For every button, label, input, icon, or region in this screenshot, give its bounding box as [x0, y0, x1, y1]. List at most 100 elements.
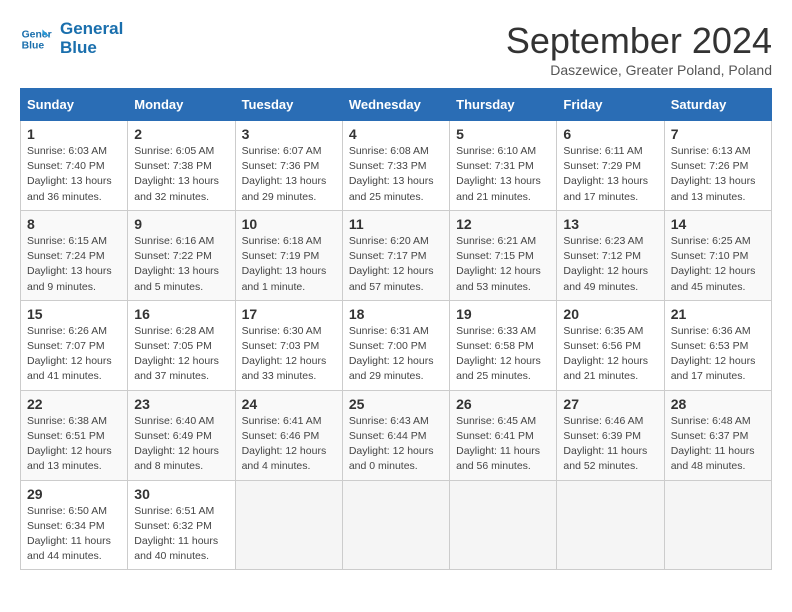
calendar-cell: 21 Sunrise: 6:36 AM Sunset: 6:53 PM Dayli…: [664, 300, 771, 390]
day-info: Sunrise: 6:38 AM Sunset: 6:51 PM Dayligh…: [27, 414, 121, 475]
title-section: September 2024 Daszewice, Greater Poland…: [506, 20, 772, 78]
calendar-header-row: SundayMondayTuesdayWednesdayThursdayFrid…: [21, 89, 772, 121]
day-number: 20: [563, 306, 657, 322]
calendar-cell: 14 Sunrise: 6:25 AM Sunset: 7:10 PM Dayli…: [664, 210, 771, 300]
calendar-cell: [342, 480, 449, 570]
day-number: 2: [134, 126, 228, 142]
calendar-cell: 1 Sunrise: 6:03 AM Sunset: 7:40 PM Daylig…: [21, 121, 128, 211]
day-info: Sunrise: 6:03 AM Sunset: 7:40 PM Dayligh…: [27, 144, 121, 205]
calendar-cell: 16Sunrise: 6:28 AM Sunset: 7:05 PM Dayli…: [128, 300, 235, 390]
day-number: 28: [671, 396, 765, 412]
day-number: 14: [671, 216, 765, 232]
logo-icon: General Blue: [20, 23, 52, 55]
day-number: 6: [563, 126, 657, 142]
calendar-cell: 26 Sunrise: 6:45 AM Sunset: 6:41 PM Dayli…: [450, 390, 557, 480]
calendar-cell: [235, 480, 342, 570]
day-info: Sunrise: 6:15 AM Sunset: 7:24 PM Dayligh…: [27, 234, 121, 295]
calendar-cell: [557, 480, 664, 570]
calendar-cell: 18Sunrise: 6:31 AM Sunset: 7:00 PM Dayli…: [342, 300, 449, 390]
calendar-cell: 15 Sunrise: 6:26 AM Sunset: 7:07 PM Dayli…: [21, 300, 128, 390]
calendar-cell: 4 Sunrise: 6:08 AM Sunset: 7:33 PM Daylig…: [342, 121, 449, 211]
day-number: 12: [456, 216, 550, 232]
day-number: 25: [349, 396, 443, 412]
day-info: Sunrise: 6:05 AM Sunset: 7:38 PM Dayligh…: [134, 144, 228, 205]
day-info: Sunrise: 6:35 AM Sunset: 6:56 PM Dayligh…: [563, 324, 657, 385]
calendar-cell: 24Sunrise: 6:41 AM Sunset: 6:46 PM Dayli…: [235, 390, 342, 480]
calendar-cell: 3Sunrise: 6:07 AM Sunset: 7:36 PM Daylig…: [235, 121, 342, 211]
day-number: 26: [456, 396, 550, 412]
calendar-week-3: 15 Sunrise: 6:26 AM Sunset: 7:07 PM Dayli…: [21, 300, 772, 390]
calendar-cell: 27 Sunrise: 6:46 AM Sunset: 6:39 PM Dayli…: [557, 390, 664, 480]
day-number: 22: [27, 396, 121, 412]
weekday-header-sunday: Sunday: [21, 89, 128, 121]
day-number: 11: [349, 216, 443, 232]
calendar-cell: 11 Sunrise: 6:20 AM Sunset: 7:17 PM Dayli…: [342, 210, 449, 300]
day-info: Sunrise: 6:41 AM Sunset: 6:46 PM Dayligh…: [242, 414, 336, 475]
day-info: Sunrise: 6:40 AM Sunset: 6:49 PM Dayligh…: [134, 414, 228, 475]
day-info: Sunrise: 6:08 AM Sunset: 7:33 PM Dayligh…: [349, 144, 443, 205]
day-info: Sunrise: 6:46 AM Sunset: 6:39 PM Dayligh…: [563, 414, 657, 475]
day-number: 21: [671, 306, 765, 322]
day-info: Sunrise: 6:13 AM Sunset: 7:26 PM Dayligh…: [671, 144, 765, 205]
day-info: Sunrise: 6:10 AM Sunset: 7:31 PM Dayligh…: [456, 144, 550, 205]
weekday-header-friday: Friday: [557, 89, 664, 121]
day-number: 7: [671, 126, 765, 142]
page-header: General Blue General Blue September 2024…: [20, 20, 772, 78]
day-info: Sunrise: 6:43 AM Sunset: 6:44 PM Dayligh…: [349, 414, 443, 475]
day-number: 9: [134, 216, 228, 232]
day-info: Sunrise: 6:26 AM Sunset: 7:07 PM Dayligh…: [27, 324, 121, 385]
weekday-header-saturday: Saturday: [664, 89, 771, 121]
calendar-cell: 19 Sunrise: 6:33 AM Sunset: 6:58 PM Dayli…: [450, 300, 557, 390]
day-info: Sunrise: 6:16 AM Sunset: 7:22 PM Dayligh…: [134, 234, 228, 295]
day-number: 23: [134, 396, 228, 412]
day-info: Sunrise: 6:11 AM Sunset: 7:29 PM Dayligh…: [563, 144, 657, 205]
calendar-body: 1 Sunrise: 6:03 AM Sunset: 7:40 PM Daylig…: [21, 121, 772, 570]
svg-text:Blue: Blue: [22, 40, 45, 51]
day-info: Sunrise: 6:33 AM Sunset: 6:58 PM Dayligh…: [456, 324, 550, 385]
day-number: 15: [27, 306, 121, 322]
calendar-cell: 20 Sunrise: 6:35 AM Sunset: 6:56 PM Dayli…: [557, 300, 664, 390]
day-number: 4: [349, 126, 443, 142]
day-number: 29: [27, 486, 121, 502]
day-info: Sunrise: 6:36 AM Sunset: 6:53 PM Dayligh…: [671, 324, 765, 385]
subtitle: Daszewice, Greater Poland, Poland: [506, 62, 772, 78]
day-info: Sunrise: 6:18 AM Sunset: 7:19 PM Dayligh…: [242, 234, 336, 295]
logo-line2: Blue: [60, 39, 123, 58]
calendar-week-5: 29Sunrise: 6:50 AM Sunset: 6:34 PM Dayli…: [21, 480, 772, 570]
day-number: 27: [563, 396, 657, 412]
day-info: Sunrise: 6:28 AM Sunset: 7:05 PM Dayligh…: [134, 324, 228, 385]
weekday-header-tuesday: Tuesday: [235, 89, 342, 121]
day-number: 30: [134, 486, 228, 502]
day-number: 18: [349, 306, 443, 322]
logo: General Blue General Blue: [20, 20, 123, 57]
calendar-cell: 12Sunrise: 6:21 AM Sunset: 7:15 PM Dayli…: [450, 210, 557, 300]
calendar-cell: 13 Sunrise: 6:23 AM Sunset: 7:12 PM Dayli…: [557, 210, 664, 300]
calendar-cell: 9 Sunrise: 6:16 AM Sunset: 7:22 PM Daylig…: [128, 210, 235, 300]
day-number: 3: [242, 126, 336, 142]
day-info: Sunrise: 6:20 AM Sunset: 7:17 PM Dayligh…: [349, 234, 443, 295]
calendar-week-2: 8 Sunrise: 6:15 AM Sunset: 7:24 PM Daylig…: [21, 210, 772, 300]
calendar-table: SundayMondayTuesdayWednesdayThursdayFrid…: [20, 88, 772, 570]
day-number: 13: [563, 216, 657, 232]
day-number: 1: [27, 126, 121, 142]
calendar-cell: 28Sunrise: 6:48 AM Sunset: 6:37 PM Dayli…: [664, 390, 771, 480]
calendar-cell: 25 Sunrise: 6:43 AM Sunset: 6:44 PM Dayli…: [342, 390, 449, 480]
day-info: Sunrise: 6:25 AM Sunset: 7:10 PM Dayligh…: [671, 234, 765, 295]
calendar-week-1: 1 Sunrise: 6:03 AM Sunset: 7:40 PM Daylig…: [21, 121, 772, 211]
calendar-cell: 29Sunrise: 6:50 AM Sunset: 6:34 PM Dayli…: [21, 480, 128, 570]
day-number: 8: [27, 216, 121, 232]
calendar-cell: 10 Sunrise: 6:18 AM Sunset: 7:19 PM Dayli…: [235, 210, 342, 300]
day-number: 10: [242, 216, 336, 232]
day-info: Sunrise: 6:23 AM Sunset: 7:12 PM Dayligh…: [563, 234, 657, 295]
calendar-cell: 23 Sunrise: 6:40 AM Sunset: 6:49 PM Dayli…: [128, 390, 235, 480]
day-info: Sunrise: 6:45 AM Sunset: 6:41 PM Dayligh…: [456, 414, 550, 475]
calendar-week-4: 22 Sunrise: 6:38 AM Sunset: 6:51 PM Dayli…: [21, 390, 772, 480]
day-info: Sunrise: 6:51 AM Sunset: 6:32 PM Dayligh…: [134, 504, 228, 565]
day-number: 17: [242, 306, 336, 322]
calendar-cell: 5 Sunrise: 6:10 AM Sunset: 7:31 PM Daylig…: [450, 121, 557, 211]
weekday-header-monday: Monday: [128, 89, 235, 121]
month-title: September 2024: [506, 20, 772, 62]
day-number: 19: [456, 306, 550, 322]
day-number: 5: [456, 126, 550, 142]
calendar-cell: 2 Sunrise: 6:05 AM Sunset: 7:38 PM Daylig…: [128, 121, 235, 211]
